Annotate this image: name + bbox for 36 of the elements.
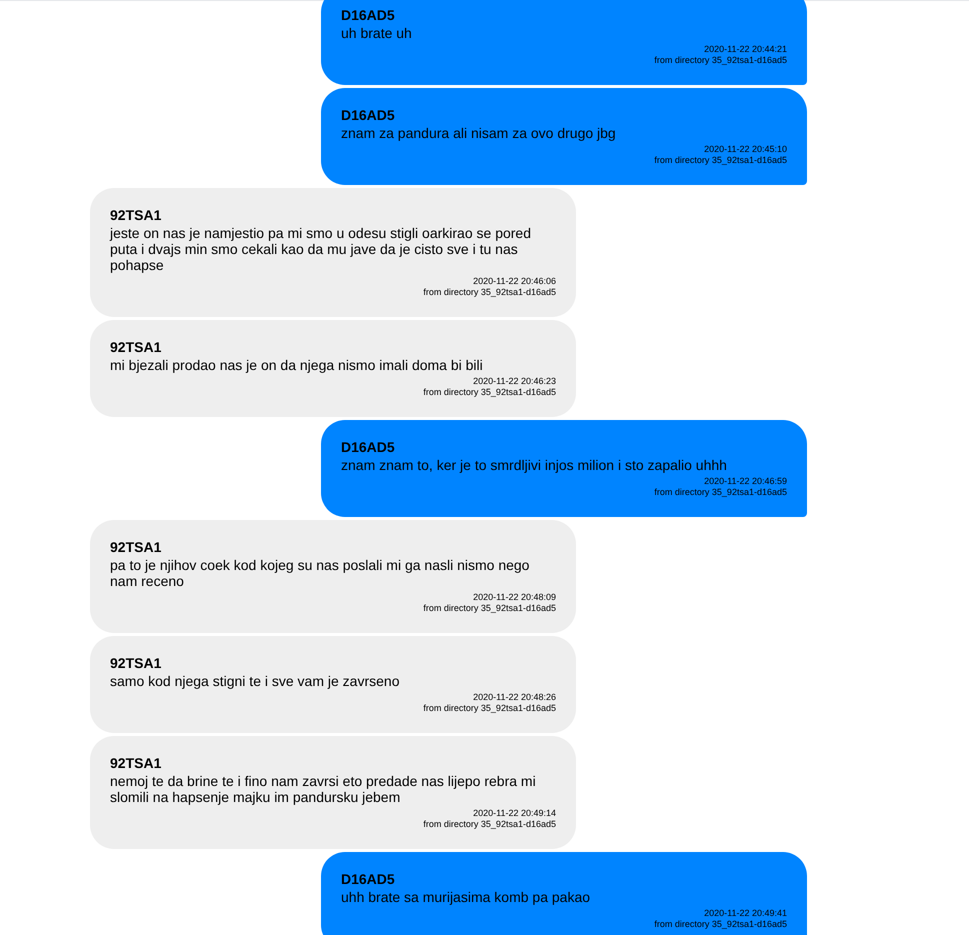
message-text: pa to je njihov coek kod kojeg su nas poslali mi ga nasli nismo nego nam receno xyxy=(110,557,530,589)
sender-name: D16AD5 xyxy=(341,107,396,124)
message-source: from directory 35_92tsa1-d16ad5 xyxy=(423,603,556,614)
message-text: jeste on nas je namjestio pa mi smo u odesu stigli oarkirao se pored puta i dvajs min smo cekali kao da mu jave da je cisto sve i tu nas pohapse xyxy=(110,225,532,273)
message-timestamp: 2020-11-22 20:49:41 xyxy=(704,908,787,919)
sender-name: 92TSA1 xyxy=(110,207,162,224)
sender-name: 92TSA1 xyxy=(110,539,162,556)
message-source: from directory 35_92tsa1-d16ad5 xyxy=(423,287,556,298)
sender-name: D16AD5 xyxy=(341,439,396,456)
message-text: uhh brate sa murijasima komb pa pakao xyxy=(341,889,592,905)
message-timestamp: 2020-11-22 20:48:09 xyxy=(473,592,556,603)
message-timestamp: 2020-11-22 20:49:14 xyxy=(473,808,556,819)
message-timestamp: 2020-11-22 20:45:10 xyxy=(704,144,787,155)
message-timestamp: 2020-11-22 20:46:23 xyxy=(473,376,556,387)
message-timestamp: 2020-11-22 20:46:59 xyxy=(704,476,787,487)
message-source: from directory 35_92tsa1-d16ad5 xyxy=(423,703,556,714)
sender-name: 92TSA1 xyxy=(110,755,162,772)
message-text: uh brate uh xyxy=(341,25,413,41)
message-source: from directory 35_92tsa1-d16ad5 xyxy=(423,387,556,398)
sender-name: 92TSA1 xyxy=(110,655,162,672)
message-text: mi bjezali prodao nas je on da njega nismo imali doma bi bili xyxy=(110,357,484,373)
message-text: znam za pandura ali nisam za ovo drugo jbg xyxy=(341,125,617,141)
message-timestamp: 2020-11-22 20:46:06 xyxy=(473,276,556,287)
message-source: from directory 35_92tsa1-d16ad5 xyxy=(654,55,787,66)
message-text: nemoj te da brine te i fino nam zavrsi eto predade nas lijepo rebra mi slomili na hapsenje majku im pandursku jebem xyxy=(110,773,537,805)
message-timestamp: 2020-11-22 20:48:26 xyxy=(473,692,556,703)
message-source: from directory 35_92tsa1-d16ad5 xyxy=(423,819,556,830)
message-timestamp: 2020-11-22 20:44:21 xyxy=(704,44,787,55)
sender-name: D16AD5 xyxy=(341,7,396,24)
message-text: samo kod njega stigni te i sve vam je zavrseno xyxy=(110,673,400,689)
sender-name: D16AD5 xyxy=(341,871,396,888)
message-source: from directory 35_92tsa1-d16ad5 xyxy=(654,155,787,166)
message-source: from directory 35_92tsa1-d16ad5 xyxy=(654,487,787,498)
message-source: from directory 35_92tsa1-d16ad5 xyxy=(654,919,787,930)
message-text: znam znam to, ker je to smrdljivi injos milion i sto zapalio uhhh xyxy=(341,457,728,473)
sender-name: 92TSA1 xyxy=(110,339,162,356)
